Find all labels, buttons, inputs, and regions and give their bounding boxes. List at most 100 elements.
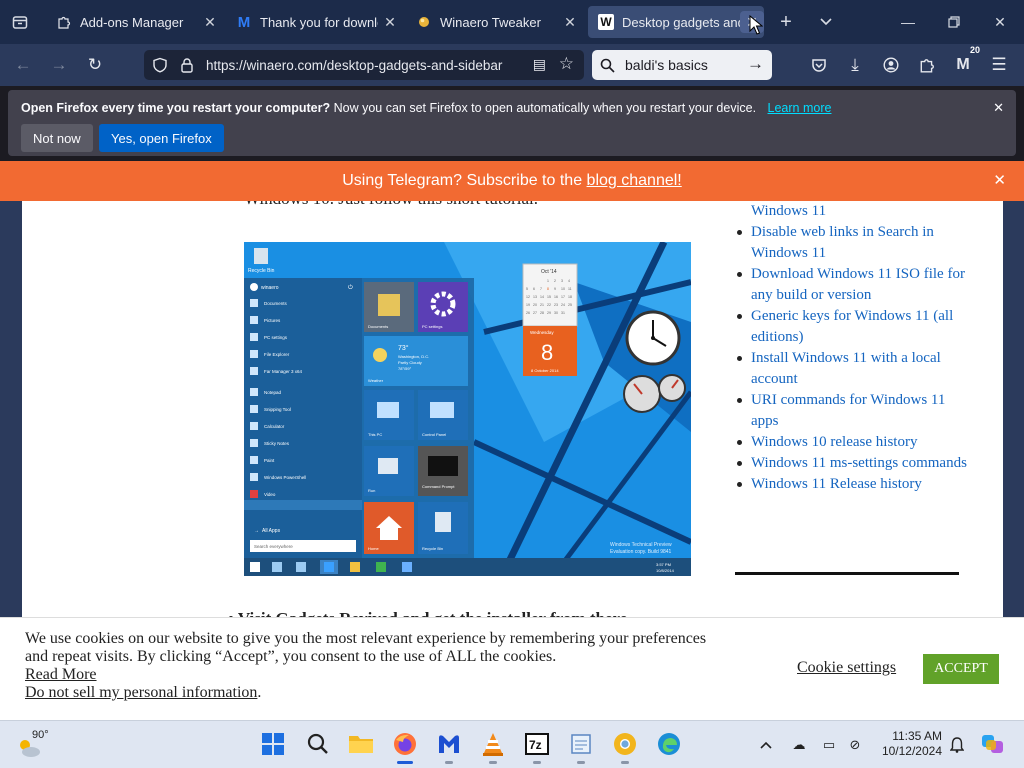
taskbar-search-button[interactable] — [303, 729, 333, 759]
taskbar-vlc[interactable] — [478, 729, 508, 764]
reload-button[interactable]: ↻ — [82, 52, 108, 78]
search-query[interactable]: baldi's basics — [625, 57, 708, 73]
close-tab-icon[interactable]: ✕ — [378, 14, 402, 31]
tab-desktop-gadgets[interactable]: W Desktop gadgets and ✕ — [588, 6, 764, 38]
minimize-button[interactable]: — — [894, 8, 922, 36]
close-tab-icon[interactable]: ✕ — [558, 14, 582, 31]
sidebar-link[interactable]: Disable web links in Search in Windows 1… — [735, 222, 975, 264]
start-item-label: Sticky Notes — [264, 441, 290, 446]
pocket-button[interactable] — [806, 52, 832, 78]
sidebar-link[interactable]: Windows 11 ms-settings commands — [735, 453, 975, 474]
taskbar-notepad[interactable] — [566, 729, 596, 764]
minimize-icon: — — [901, 14, 915, 30]
sidebar-link[interactable]: Install Windows 11 with a local account — [735, 348, 975, 390]
calendar-day: 13 — [533, 295, 537, 299]
start-item-label: Documents — [264, 301, 288, 306]
tray-network-app[interactable]: ☁ — [788, 734, 810, 756]
close-tab-icon[interactable]: ✕ — [198, 14, 222, 31]
start-item-icon — [250, 299, 258, 307]
start-item-icon — [250, 367, 258, 375]
close-notification-icon[interactable]: ✕ — [993, 100, 1004, 116]
sidebar-link[interactable]: Generic keys for Windows 11 (all edition… — [735, 306, 975, 348]
restore-button[interactable] — [940, 8, 968, 36]
start-item-label: Windows PowerShell — [264, 475, 306, 480]
sidebar-link[interactable]: URI commands for Windows 11 apps — [735, 390, 975, 432]
notification-count-badge: 20 — [967, 45, 982, 55]
vlc-icon — [483, 733, 503, 756]
sidebar-link-list: Windows 11 Disable web links in Search i… — [735, 201, 975, 495]
tab-title: Desktop gadgets and — [622, 14, 740, 30]
running-app-indicator — [489, 761, 497, 764]
svg-text:8 October 2014: 8 October 2014 — [531, 368, 559, 373]
sidebar-link[interactable]: Windows 10 release history — [735, 432, 975, 453]
calendar-day: 16 — [554, 295, 558, 299]
taskbar-clock[interactable]: 11:35 AM 10/12/2024 — [876, 729, 942, 759]
weather-widget[interactable]: 90° — [16, 727, 56, 763]
taskbar-malwarebytes[interactable] — [434, 729, 464, 764]
account-button[interactable] — [878, 52, 904, 78]
mouse-cursor-icon — [749, 15, 763, 35]
url-text[interactable]: https://winaero.com/desktop-gadgets-and-… — [206, 58, 526, 73]
taskbar-edge[interactable] — [654, 729, 684, 759]
copilot-button[interactable] — [980, 734, 1006, 756]
tab-title: Thank you for downlo — [260, 14, 378, 30]
malwarebytes-extension-button[interactable]: M 20 — [950, 45, 982, 78]
taskbar-firefox[interactable] — [390, 729, 420, 764]
tab-thank-you[interactable]: M Thank you for downlo ✕ — [226, 6, 402, 38]
close-banner-icon[interactable]: ✕ — [993, 171, 1006, 189]
calendar-day: 28 — [540, 311, 544, 315]
start-item-icon — [250, 350, 258, 358]
start-user-name: winaero — [261, 285, 279, 291]
search-bar[interactable]: baldi's basics → — [592, 50, 772, 80]
new-tab-button[interactable]: + — [772, 8, 800, 36]
accept-cookies-button[interactable]: ACCEPT — [923, 654, 999, 684]
calendar-day: 6 — [533, 287, 535, 291]
list-all-tabs-button[interactable] — [812, 8, 840, 36]
show-hidden-icons-button[interactable] — [755, 734, 777, 756]
notifications-button[interactable] — [946, 734, 968, 756]
back-button[interactable]: ← — [10, 52, 36, 78]
svg-text:PC settings: PC settings — [422, 324, 442, 329]
taskbar-7zip[interactable]: 7z — [522, 729, 552, 764]
blog-channel-link[interactable]: blog channel! — [587, 172, 682, 190]
calendar-day: 15 — [547, 295, 551, 299]
taskbar-file-explorer[interactable] — [346, 729, 376, 759]
search-icon — [600, 58, 615, 73]
app-menu-button[interactable]: ☰ — [986, 52, 1012, 78]
bookmark-star-icon[interactable]: ☆ — [559, 54, 574, 74]
svg-text:Control Panel: Control Panel — [422, 432, 446, 437]
svg-text:Evaluation copy. Build 9841: Evaluation copy. Build 9841 — [610, 549, 672, 555]
tray-display[interactable]: ▭ — [818, 734, 840, 756]
address-bar[interactable]: https://winaero.com/desktop-gadgets-and-… — [144, 50, 584, 80]
calendar-day: 1 — [547, 279, 549, 283]
not-now-button[interactable]: Not now — [21, 124, 93, 152]
sidebar-link[interactable]: Download Windows 11 ISO file for any bui… — [735, 264, 975, 306]
tab-winaero-tweaker[interactable]: Winaero Tweaker ✕ — [406, 6, 582, 38]
shield-icon[interactable] — [152, 57, 168, 73]
firefox-icon — [394, 733, 416, 755]
notification-question: Open Firefox every time you restart your… — [21, 101, 331, 115]
close-window-button[interactable]: ✕ — [986, 8, 1014, 36]
start-button[interactable] — [258, 729, 288, 759]
calendar-day: 29 — [547, 311, 551, 315]
forward-button[interactable]: → — [46, 52, 72, 78]
tray-network[interactable]: ⊘ — [844, 734, 866, 756]
taskbar-chrome-canary[interactable] — [610, 729, 640, 764]
firefox-view-button[interactable] — [6, 8, 34, 36]
yes-open-firefox-button[interactable]: Yes, open Firefox — [99, 124, 224, 152]
search-go-arrow-icon[interactable]: → — [747, 54, 764, 74]
lock-icon[interactable] — [180, 57, 194, 73]
do-not-sell-link[interactable]: Do not sell my personal information — [25, 684, 257, 701]
tab-addons-manager[interactable]: Add-ons Manager ✕ — [46, 6, 222, 38]
sidebar-link[interactable]: Windows 11 — [735, 201, 975, 222]
extensions-button[interactable] — [914, 52, 940, 78]
read-more-link[interactable]: Read More — [25, 666, 97, 683]
svg-text:10/8/2014: 10/8/2014 — [656, 568, 675, 573]
cookie-settings-link[interactable]: Cookie settings — [797, 659, 896, 677]
learn-more-link[interactable]: Learn more — [768, 101, 832, 115]
start-item-icon — [250, 456, 258, 464]
sidebar-link[interactable]: Windows 11 Release history — [735, 474, 975, 495]
reader-view-icon[interactable]: ▤ — [533, 56, 546, 73]
downloads-button[interactable]: ⤓ — [842, 52, 868, 78]
calendar-day: 7 — [540, 287, 542, 291]
